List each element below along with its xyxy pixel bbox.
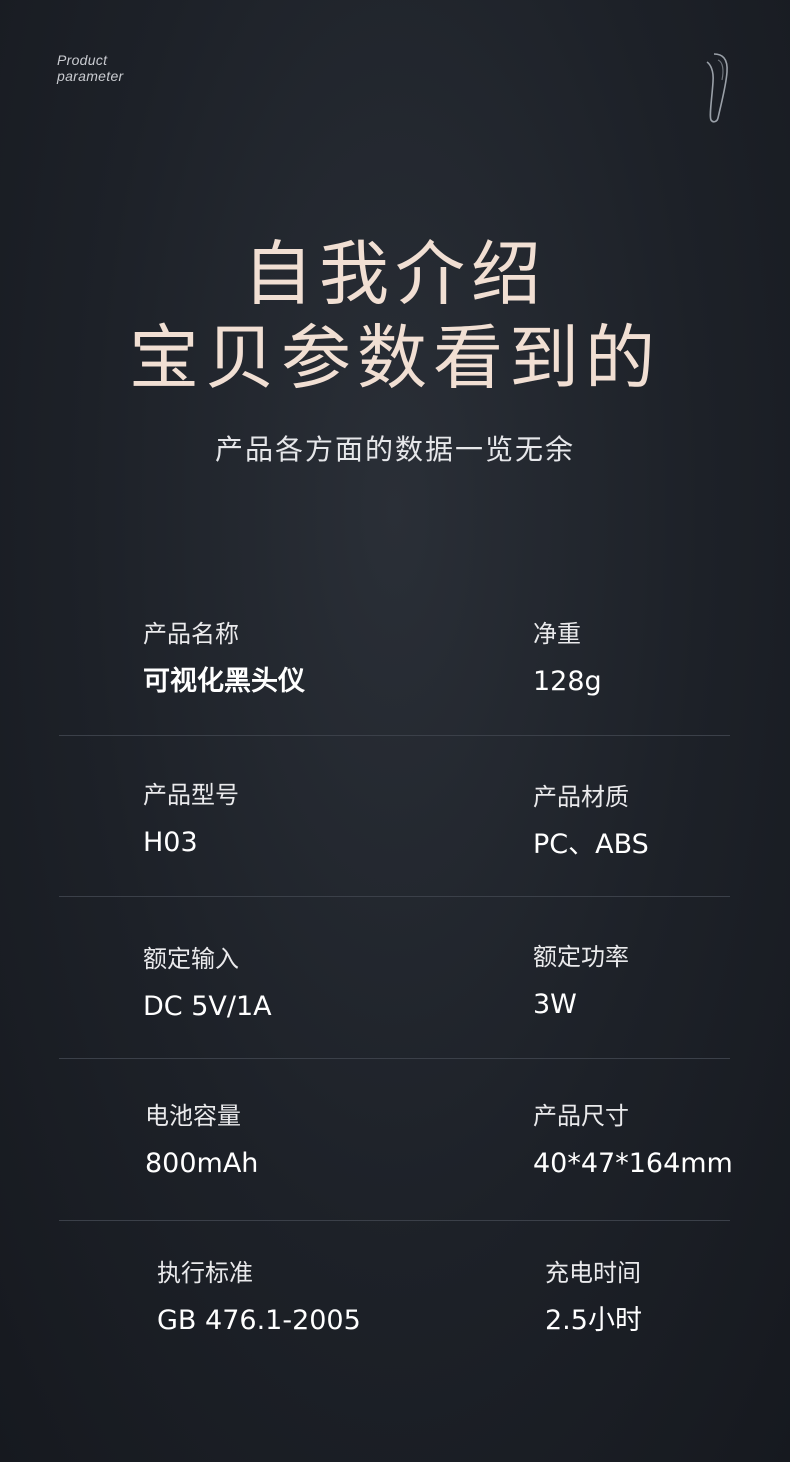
spec-cell-weight: 净重 128g [533,619,602,699]
spec-cell-standard: 执行标准 GB 476.1-2005 [157,1258,361,1338]
spec-cell-input: 额定输入 DC 5V/1A [143,944,272,1024]
spec-cell-size: 产品尺寸 40*47*164mm [533,1101,733,1181]
spec-label: 产品材质 [533,783,629,811]
spec-value: H03 [143,827,198,858]
spec-value: 128g [533,666,602,697]
spec-value: 2.5小时 [545,1305,642,1336]
spec-cell-material: 产品材质 PC、ABS [533,782,649,862]
page-title-line2: 宝贝参数看到的 [129,317,661,399]
spec-label: 产品名称 [143,620,239,648]
spec-cell-battery: 电池容量 800mAh [145,1101,258,1181]
earpiece-device-icon [706,53,728,123]
spec-value: GB 476.1-2005 [157,1305,361,1336]
spec-row: 电池容量 800mAh 产品尺寸 40*47*164mm [59,1060,733,1221]
spec-value: 40*47*164mm [533,1148,733,1179]
spec-label: 电池容量 [145,1102,241,1130]
page-subtitle: 产品各方面的数据一览无余 [214,433,575,466]
spec-label: 额定输入 [143,945,239,973]
spec-label: 产品尺寸 [533,1102,629,1130]
section-tag-line2: parameter [57,68,124,84]
spec-label: 执行标准 [157,1259,253,1287]
spec-row: 产品型号 H03 产品材质 PC、ABS [59,736,730,897]
spec-cell-model: 产品型号 H03 [143,780,239,860]
spec-cell-charge-time: 充电时间 2.5小时 [545,1258,642,1338]
spec-value: 可视化黑头仪 [143,666,305,697]
spec-label: 充电时间 [545,1259,641,1287]
spec-value: 800mAh [145,1148,259,1179]
spec-cell-name: 产品名称 可视化黑头仪 [143,619,305,699]
spec-row: 产品名称 可视化黑头仪 净重 128g [59,575,730,736]
spec-label: 额定功率 [533,943,629,971]
spec-value: DC 5V/1A [143,991,272,1022]
spec-row: 执行标准 GB 476.1-2005 充电时间 2.5小时 [59,1222,730,1382]
spec-value: PC、ABS [533,829,649,860]
spec-label: 净重 [533,620,581,648]
spec-cell-power: 额定功率 3W [533,942,629,1022]
spec-row: 额定输入 DC 5V/1A 额定功率 3W [59,898,730,1059]
section-tag: Product parameter [57,52,124,84]
spec-label: 产品型号 [143,781,239,809]
spec-value: 3W [533,989,577,1020]
section-tag-line1: Product [57,52,108,68]
